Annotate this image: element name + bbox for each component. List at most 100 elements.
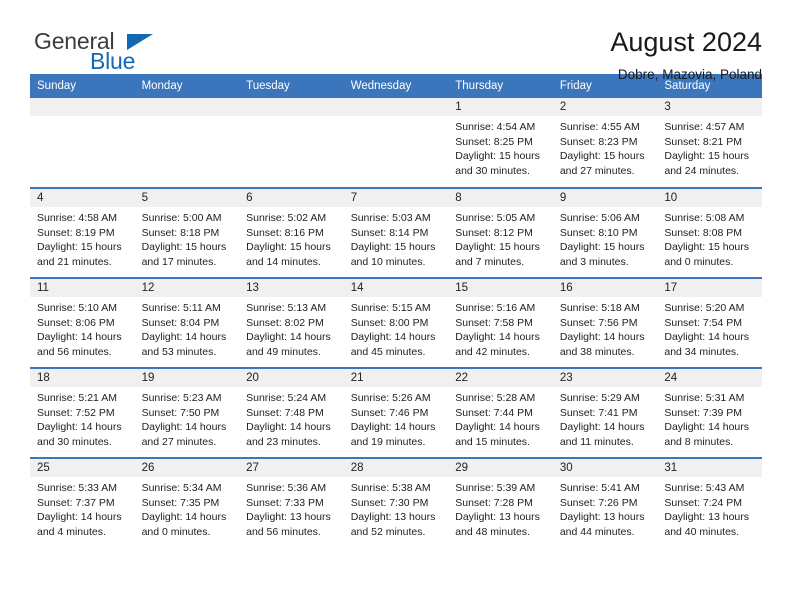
calendar-day-cell[interactable]: 21 Sunrise: 5:26 AM Sunset: 7:46 PM Dayligh… bbox=[343, 367, 449, 458]
calendar-cell-empty bbox=[30, 98, 135, 188]
sunrise-text: Sunrise: 4:58 AM bbox=[37, 212, 117, 224]
day-cell-content: 21 Sunrise: 5:26 AM Sunset: 7:46 PM Dayligh… bbox=[343, 369, 449, 457]
calendar-day-cell[interactable]: 30 Sunrise: 5:41 AM Sunset: 7:26 PM Dayligh… bbox=[552, 457, 658, 548]
sunset-text: Sunset: 7:56 PM bbox=[559, 316, 638, 329]
calendar-day-cell[interactable]: 22 Sunrise: 5:28 AM Sunset: 7:44 PM Dayligh… bbox=[448, 367, 553, 458]
calendar-day-cell[interactable]: 20 Sunrise: 5:24 AM Sunset: 7:48 PM Dayligh… bbox=[239, 367, 344, 458]
calendar-day-cell[interactable]: 17 Sunrise: 5:20 AM Sunset: 7:54 PM Dayligh… bbox=[657, 277, 762, 368]
calendar-day-cell[interactable]: 1 Sunrise: 4:54 AM Sunset: 8:25 PM Daylight… bbox=[448, 98, 553, 188]
calendar-day-cell[interactable]: 12 Sunrise: 5:11 AM Sunset: 8:04 PM Dayligh… bbox=[134, 277, 240, 368]
daylight-text: Daylight: 15 hours and 21 minutes. bbox=[37, 241, 122, 268]
month-calendar: Sunday Monday Tuesday Wednesday Thursday… bbox=[30, 74, 762, 548]
sunrise-text: Sunrise: 4:54 AM bbox=[455, 121, 536, 133]
calendar-day-cell[interactable]: 27 Sunrise: 5:36 AM Sunset: 7:33 PM Dayligh… bbox=[239, 457, 344, 548]
calendar-day-cell[interactable]: 10 Sunrise: 5:08 AM Sunset: 8:08 PM Dayligh… bbox=[657, 187, 762, 278]
sunset-text: Sunset: 7:41 PM bbox=[559, 406, 638, 419]
sunset-text: Sunset: 7:26 PM bbox=[559, 496, 638, 509]
daylight-text: Daylight: 13 hours and 40 minutes. bbox=[664, 511, 750, 538]
calendar-week-row: 4 Sunrise: 4:58 AM Sunset: 8:19 PM Daylight… bbox=[30, 187, 762, 278]
sunrise-text: Sunrise: 5:13 AM bbox=[246, 302, 327, 314]
sunset-text: Sunset: 7:39 PM bbox=[664, 406, 743, 419]
daylight-text: Daylight: 15 hours and 17 minutes. bbox=[141, 241, 227, 268]
day-number: 18 bbox=[30, 369, 135, 387]
sunset-text: Sunset: 8:08 PM bbox=[664, 226, 743, 239]
day-cell-content: 1 Sunrise: 4:54 AM Sunset: 8:25 PM Daylight… bbox=[448, 98, 553, 186]
calendar-day-cell[interactable]: 11 Sunrise: 5:10 AM Sunset: 8:06 PM Dayligh… bbox=[30, 277, 135, 368]
sunrise-text: Sunrise: 5:23 AM bbox=[141, 392, 222, 404]
day-cell-content: 28 Sunrise: 5:38 AM Sunset: 7:30 PM Dayligh… bbox=[343, 459, 449, 547]
day-number-placeholder bbox=[343, 98, 449, 116]
daylight-text: Daylight: 14 hours and 0 minutes. bbox=[141, 511, 227, 538]
sunrise-text: Sunrise: 5:36 AM bbox=[246, 482, 327, 494]
calendar-day-cell[interactable]: 18 Sunrise: 5:21 AM Sunset: 7:52 PM Dayligh… bbox=[30, 367, 135, 458]
sun-details: Sunrise: 5:41 AM Sunset: 7:26 PM Daylight:… bbox=[553, 477, 658, 539]
sunrise-text: Sunrise: 5:34 AM bbox=[141, 482, 222, 494]
sunset-text: Sunset: 8:21 PM bbox=[664, 135, 743, 148]
day-cell-content: 8 Sunrise: 5:05 AM Sunset: 8:12 PM Daylight… bbox=[448, 189, 553, 277]
day-number: 25 bbox=[30, 459, 135, 477]
sun-details: Sunrise: 5:18 AM Sunset: 7:56 PM Daylight:… bbox=[553, 297, 658, 359]
calendar-day-cell[interactable]: 28 Sunrise: 5:38 AM Sunset: 7:30 PM Dayligh… bbox=[343, 457, 449, 548]
day-cell-content: 17 Sunrise: 5:20 AM Sunset: 7:54 PM Dayligh… bbox=[657, 279, 762, 367]
sunrise-text: Sunrise: 4:55 AM bbox=[559, 121, 640, 133]
calendar-day-cell[interactable]: 3 Sunrise: 4:57 AM Sunset: 8:21 PM Daylight… bbox=[657, 98, 762, 188]
day-number: 5 bbox=[134, 189, 240, 207]
calendar-week-row: 18 Sunrise: 5:21 AM Sunset: 7:52 PM Dayligh… bbox=[30, 367, 762, 458]
calendar-day-cell[interactable]: 29 Sunrise: 5:39 AM Sunset: 7:28 PM Dayligh… bbox=[448, 457, 553, 548]
day-cell-content: 6 Sunrise: 5:02 AM Sunset: 8:16 PM Daylight… bbox=[239, 189, 344, 277]
day-cell-content bbox=[239, 98, 344, 186]
day-number: 20 bbox=[239, 369, 344, 387]
sunrise-text: Sunrise: 5:39 AM bbox=[455, 482, 536, 494]
sunrise-text: Sunrise: 5:16 AM bbox=[455, 302, 536, 314]
sun-details: Sunrise: 5:15 AM Sunset: 8:00 PM Daylight:… bbox=[344, 297, 449, 359]
day-cell-content: 9 Sunrise: 5:06 AM Sunset: 8:10 PM Daylight… bbox=[552, 189, 658, 277]
calendar-day-cell[interactable]: 8 Sunrise: 5:05 AM Sunset: 8:12 PM Daylight… bbox=[448, 187, 553, 278]
sun-details: Sunrise: 5:26 AM Sunset: 7:46 PM Daylight:… bbox=[344, 387, 449, 449]
calendar-day-cell[interactable]: 13 Sunrise: 5:13 AM Sunset: 8:02 PM Dayligh… bbox=[239, 277, 344, 368]
weekday-header-wednesday: Wednesday bbox=[343, 74, 449, 98]
calendar-day-cell[interactable]: 9 Sunrise: 5:06 AM Sunset: 8:10 PM Daylight… bbox=[552, 187, 658, 278]
daylight-text: Daylight: 14 hours and 4 minutes. bbox=[37, 511, 122, 538]
calendar-day-cell[interactable]: 15 Sunrise: 5:16 AM Sunset: 7:58 PM Dayligh… bbox=[448, 277, 553, 368]
calendar-day-cell[interactable]: 5 Sunrise: 5:00 AM Sunset: 8:18 PM Daylight… bbox=[134, 187, 240, 278]
calendar-day-cell[interactable]: 16 Sunrise: 5:18 AM Sunset: 7:56 PM Dayligh… bbox=[552, 277, 658, 368]
sunset-text: Sunset: 8:18 PM bbox=[141, 226, 220, 239]
day-number: 10 bbox=[657, 189, 762, 207]
day-number: 4 bbox=[30, 189, 135, 207]
daylight-text: Daylight: 14 hours and 53 minutes. bbox=[141, 331, 227, 358]
daylight-text: Daylight: 14 hours and 23 minutes. bbox=[246, 421, 331, 448]
calendar-week-row: 1 Sunrise: 4:54 AM Sunset: 8:25 PM Daylight… bbox=[30, 98, 762, 188]
sun-details: Sunrise: 5:39 AM Sunset: 7:28 PM Daylight:… bbox=[448, 477, 553, 539]
calendar-day-cell[interactable]: 7 Sunrise: 5:03 AM Sunset: 8:14 PM Daylight… bbox=[343, 187, 449, 278]
sun-details: Sunrise: 5:05 AM Sunset: 8:12 PM Daylight:… bbox=[448, 207, 553, 269]
sunrise-text: Sunrise: 5:41 AM bbox=[559, 482, 640, 494]
calendar-day-cell[interactable]: 2 Sunrise: 4:55 AM Sunset: 8:23 PM Daylight… bbox=[552, 98, 658, 188]
sunrise-text: Sunrise: 5:11 AM bbox=[141, 302, 221, 314]
day-number: 27 bbox=[239, 459, 344, 477]
day-cell-content: 15 Sunrise: 5:16 AM Sunset: 7:58 PM Dayligh… bbox=[448, 279, 553, 367]
calendar-day-cell[interactable]: 14 Sunrise: 5:15 AM Sunset: 8:00 PM Dayligh… bbox=[343, 277, 449, 368]
sun-details: Sunrise: 5:38 AM Sunset: 7:30 PM Daylight:… bbox=[344, 477, 449, 539]
calendar-day-cell[interactable]: 23 Sunrise: 5:29 AM Sunset: 7:41 PM Dayligh… bbox=[552, 367, 658, 458]
sunrise-text: Sunrise: 5:21 AM bbox=[37, 392, 117, 404]
sunrise-text: Sunrise: 5:00 AM bbox=[141, 212, 222, 224]
calendar-day-cell[interactable]: 25 Sunrise: 5:33 AM Sunset: 7:37 PM Dayligh… bbox=[30, 457, 135, 548]
daylight-text: Daylight: 14 hours and 49 minutes. bbox=[246, 331, 331, 358]
sunrise-text: Sunrise: 5:28 AM bbox=[455, 392, 536, 404]
general-blue-logo[interactable]: General Blue bbox=[30, 26, 210, 82]
calendar-day-cell[interactable]: 31 Sunrise: 5:43 AM Sunset: 7:24 PM Dayligh… bbox=[657, 457, 762, 548]
calendar-body: 1 Sunrise: 4:54 AM Sunset: 8:25 PM Daylight… bbox=[30, 98, 762, 548]
calendar-day-cell[interactable]: 4 Sunrise: 4:58 AM Sunset: 8:19 PM Daylight… bbox=[30, 187, 135, 278]
sunset-text: Sunset: 7:50 PM bbox=[141, 406, 220, 419]
day-cell-content: 2 Sunrise: 4:55 AM Sunset: 8:23 PM Daylight… bbox=[552, 98, 658, 186]
calendar-day-cell[interactable]: 24 Sunrise: 5:31 AM Sunset: 7:39 PM Dayligh… bbox=[657, 367, 762, 458]
calendar-day-cell[interactable]: 19 Sunrise: 5:23 AM Sunset: 7:50 PM Dayligh… bbox=[134, 367, 240, 458]
day-number: 19 bbox=[134, 369, 240, 387]
day-number: 22 bbox=[448, 369, 553, 387]
calendar-day-cell[interactable]: 6 Sunrise: 5:02 AM Sunset: 8:16 PM Daylight… bbox=[239, 187, 344, 278]
sunset-text: Sunset: 8:04 PM bbox=[141, 316, 220, 329]
calendar-day-cell[interactable]: 26 Sunrise: 5:34 AM Sunset: 7:35 PM Dayligh… bbox=[134, 457, 240, 548]
calendar-cell-empty bbox=[239, 98, 344, 188]
day-cell-content: 31 Sunrise: 5:43 AM Sunset: 7:24 PM Dayligh… bbox=[657, 459, 762, 547]
daylight-text: Daylight: 14 hours and 42 minutes. bbox=[455, 331, 540, 358]
